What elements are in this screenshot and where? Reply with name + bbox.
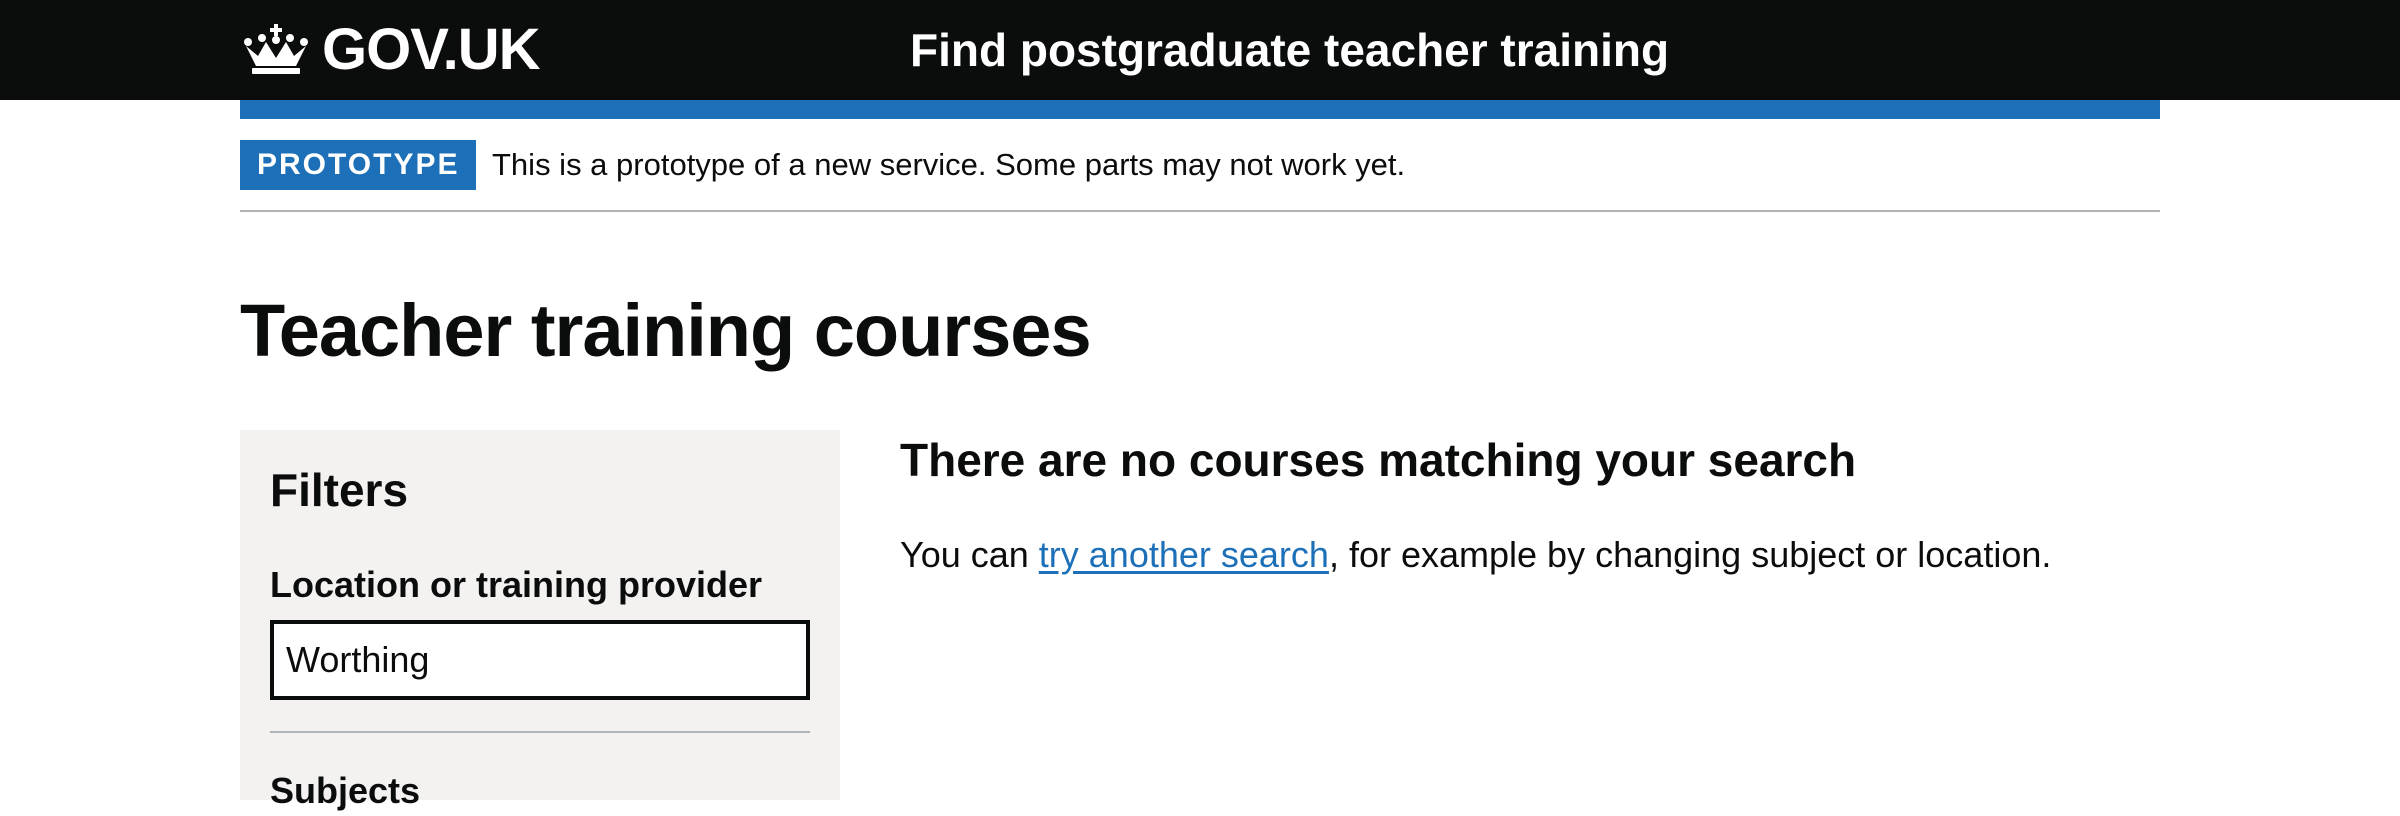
page-title: Teacher training courses bbox=[240, 289, 1092, 372]
results-heading: There are no courses matching your searc… bbox=[900, 434, 1857, 486]
govuk-logo-text: GOV.UK bbox=[322, 17, 540, 82]
header-blue-bar bbox=[240, 100, 2160, 119]
site-header: GOV.UK Find postgraduate teacher trainin… bbox=[0, 0, 2400, 100]
govuk-logo-link[interactable]: GOV.UK bbox=[240, 17, 540, 82]
phase-banner: PROTOTYPE This is a prototype of a new s… bbox=[240, 140, 2160, 212]
crown-icon bbox=[244, 24, 308, 74]
location-input[interactable] bbox=[270, 620, 810, 700]
results-text-prefix: You can bbox=[900, 534, 1039, 575]
service-name-link[interactable]: Find postgraduate teacher training bbox=[910, 20, 1669, 80]
try-another-search-link[interactable]: try another search bbox=[1039, 534, 1329, 575]
results-text-suffix: , for example by changing subject or loc… bbox=[1328, 534, 2052, 575]
location-label: Location or training provider bbox=[270, 564, 763, 605]
phase-banner-text: This is a prototype of a new service. So… bbox=[492, 147, 1406, 182]
results-text: You can try another search, for example … bbox=[900, 530, 2051, 580]
subjects-heading: Subjects bbox=[270, 770, 421, 811]
filters-panel: Filters Location or training provider Su… bbox=[240, 430, 840, 811]
filters-divider bbox=[270, 731, 810, 733]
filters-heading: Filters bbox=[270, 464, 409, 516]
phase-tag: PROTOTYPE bbox=[240, 140, 477, 190]
